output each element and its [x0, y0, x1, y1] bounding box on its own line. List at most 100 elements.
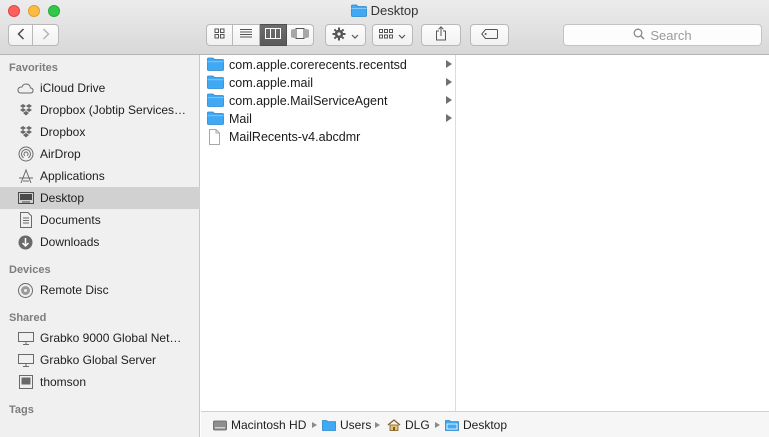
- sidebar-item-grabko-global-server[interactable]: Grabko Global Server: [0, 349, 200, 371]
- sidebar-item-label: Desktop: [40, 191, 85, 205]
- sidebar-item-dropbox-jobtip[interactable]: Dropbox (Jobtip Services…: [0, 99, 200, 121]
- window-title: Desktop: [0, 3, 769, 20]
- folder-icon: [207, 57, 224, 74]
- sidebar-item-label: Grabko 9000 Global Network: [40, 331, 190, 345]
- column-view-icon: [265, 28, 281, 42]
- sidebar-item-label: Documents: [40, 213, 101, 227]
- path-crumb-dlg[interactable]: DLG: [387, 418, 430, 432]
- search-field[interactable]: Search: [563, 24, 762, 46]
- folder-icon: [445, 419, 459, 431]
- sidebar-item-label: Dropbox: [40, 125, 86, 139]
- disclosure-arrow-icon: [446, 114, 452, 122]
- file-name: com.apple.MailServiceAgent: [229, 94, 388, 108]
- cloud-icon: [17, 80, 34, 96]
- path-crumb-users[interactable]: Users: [322, 418, 371, 432]
- sidebar-item-dropbox[interactable]: Dropbox: [0, 121, 200, 143]
- harddisk-icon: [213, 419, 227, 431]
- list-item[interactable]: com.apple.MailServiceAgent: [201, 92, 456, 110]
- finder-window: Desktop Search Favorites iCloud Drive Dr…: [0, 0, 769, 437]
- sidebar-heading-shared: Shared: [9, 312, 47, 324]
- dropbox-icon: [17, 102, 34, 118]
- sidebar-heading-devices: Devices: [9, 264, 51, 276]
- chevron-down-icon: [398, 28, 406, 42]
- sidebar-item-label: Grabko Global Server: [40, 353, 157, 367]
- share-icon: [435, 26, 447, 44]
- sidebar-item-label: Applications: [40, 169, 105, 183]
- list-item[interactable]: MailRecents-v4.abcdmr: [201, 128, 456, 146]
- file-name: MailRecents-v4.abcdmr: [229, 130, 361, 144]
- folder-icon: [207, 75, 224, 92]
- disclosure-arrow-icon: [446, 78, 452, 86]
- path-bar: Macintosh HD Users DLG Desktop: [201, 411, 769, 437]
- sidebar-item-label: AirDrop: [40, 147, 81, 161]
- icon-view-button[interactable]: [206, 24, 233, 46]
- folder-icon: [350, 4, 367, 20]
- sidebar-item-label: Remote Disc: [40, 283, 109, 297]
- downloads-icon: [17, 234, 34, 250]
- sidebar-item-grabko-9000[interactable]: Grabko 9000 Global Network: [0, 327, 200, 349]
- forward-button[interactable]: [33, 24, 59, 46]
- path-crumb-macintosh-hd[interactable]: Macintosh HD: [213, 418, 306, 432]
- path-separator-icon: [375, 422, 380, 428]
- folder-icon: [207, 93, 224, 110]
- sidebar-item-thomson[interactable]: thomson: [0, 371, 200, 393]
- back-button[interactable]: [8, 24, 33, 46]
- search-icon: [633, 28, 650, 43]
- file-name: com.apple.mail: [229, 76, 314, 90]
- path-crumb-label: Users: [340, 418, 372, 432]
- path-crumb-label: Macintosh HD: [231, 418, 307, 432]
- applications-icon: [17, 168, 34, 184]
- icon-view-icon: [214, 28, 225, 42]
- file-name: com.apple.corerecents.recentsd: [229, 58, 407, 72]
- coverflow-view-icon: [291, 28, 309, 42]
- column-view-button[interactable]: [260, 24, 287, 46]
- list-item[interactable]: com.apple.mail: [201, 74, 456, 92]
- path-crumb-label: DLG: [405, 418, 430, 432]
- action-menu-button[interactable]: [325, 24, 366, 46]
- gear-icon: [332, 27, 346, 44]
- sidebar-item-icloud-drive[interactable]: iCloud Drive: [0, 77, 200, 99]
- sidebar-item-downloads[interactable]: Downloads: [0, 231, 200, 253]
- sidebar-item-remote-disc[interactable]: Remote Disc: [0, 279, 200, 301]
- sidebar: Favorites iCloud Drive Dropbox (Jobtip S…: [0, 55, 200, 437]
- coverflow-view-button[interactable]: [287, 24, 314, 46]
- disclosure-arrow-icon: [446, 96, 452, 104]
- path-separator-icon: [435, 422, 440, 428]
- sidebar-item-documents[interactable]: Documents: [0, 209, 200, 231]
- chevron-down-icon: [351, 28, 359, 42]
- sidebar-item-airdrop[interactable]: AirDrop: [0, 143, 200, 165]
- sidebar-item-label: iCloud Drive: [40, 81, 106, 95]
- file-name: Mail: [229, 112, 252, 126]
- sidebar-item-label: Downloads: [40, 235, 100, 249]
- disclosure-arrow-icon: [446, 60, 452, 68]
- chevron-left-icon: [16, 27, 25, 43]
- path-separator-icon: [312, 422, 317, 428]
- sidebar-item-label: thomson: [40, 375, 87, 389]
- folder-icon: [322, 419, 336, 431]
- list-item[interactable]: Mail: [201, 110, 456, 128]
- sidebar-item-label: Dropbox (Jobtip Services…: [40, 103, 187, 117]
- airdrop-icon: [17, 146, 34, 162]
- share-button[interactable]: [421, 24, 461, 46]
- sidebar-heading-favorites: Favorites: [9, 62, 58, 74]
- home-icon: [387, 419, 401, 431]
- desktop-icon: [17, 190, 34, 206]
- search-placeholder: Search: [650, 27, 692, 43]
- list-item[interactable]: com.apple.corerecents.recentsd: [201, 56, 456, 74]
- column-2[interactable]: [457, 55, 769, 411]
- disc-icon: [17, 282, 34, 298]
- arrange-grid-icon: [379, 28, 393, 42]
- dropbox-icon: [17, 124, 34, 140]
- tag-button[interactable]: [470, 24, 509, 46]
- monitor-icon: [17, 352, 34, 368]
- window-title-text: Desktop: [370, 3, 419, 18]
- folder-icon: [207, 111, 224, 128]
- sidebar-item-desktop[interactable]: Desktop: [0, 187, 200, 209]
- arrange-button[interactable]: [372, 24, 413, 46]
- path-crumb-desktop[interactable]: Desktop: [445, 418, 507, 432]
- list-view-button[interactable]: [233, 24, 260, 46]
- column-1: com.apple.corerecents.recentsd com.apple…: [201, 55, 456, 411]
- sidebar-item-applications[interactable]: Applications: [0, 165, 200, 187]
- sidebar-heading-tags: Tags: [9, 404, 34, 416]
- chevron-right-icon: [42, 27, 50, 43]
